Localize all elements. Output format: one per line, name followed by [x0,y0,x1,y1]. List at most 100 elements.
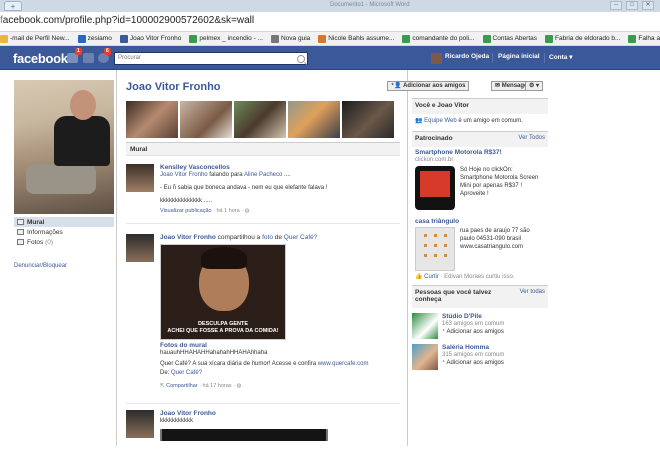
person-name[interactable]: Stúdio D'Pile [442,313,504,320]
post-text: - Eu ñ sabia que boneca andava - nem eu … [160,185,328,191]
post-author-avatar[interactable] [126,164,154,192]
address-bar[interactable]: facebook.com/profile.php?id=100002900572… [0,12,660,32]
share-link[interactable]: Compartilhar [166,383,197,389]
bookmark-favicon-icon [119,34,128,43]
post-text: kkkkkkkkkkk [160,418,193,424]
search-icon[interactable] [297,55,305,63]
bookmark-label: zesiamo [87,35,112,42]
bookmark-item[interactable]: Fabria de eldorado b... [545,34,620,43]
bookmark-item[interactable]: Contas Abertas [482,34,537,43]
maximize-icon[interactable]: □ [626,1,638,10]
photos-icon [17,239,24,245]
search-input[interactable]: Procurar [114,52,308,65]
bookmark-item[interactable]: comandante do poli... [402,34,475,43]
bookmark-item[interactable]: Nicole Bahls assume... [318,34,394,43]
bookmark-item[interactable]: Falha ao [628,34,660,43]
post-context-text: de [272,234,284,241]
nav-item-mural[interactable]: Mural [14,217,114,227]
home-link[interactable]: Página inicial [498,53,540,60]
post-context-link[interactable]: Joao Vitor Fronho [160,172,208,178]
account-menu[interactable]: Conta ▾ [549,53,573,61]
user-name-link[interactable]: Ricardo Ojeda [445,53,489,60]
bookmark-label: Nova guia [280,35,311,42]
add-friend-button[interactable]: ⁺👤 Adicionar aos amigos [387,81,470,91]
wall-post: Joao Vitor Fronho compartilhou a foto de… [126,234,400,404]
add-friend-link[interactable]: ⁺ Adicionar aos amigos [442,359,504,367]
strip-photo[interactable] [342,101,394,138]
like-link[interactable]: Curtir [424,274,439,280]
post-meta: ⇱ Compartilhar · há 17 horas · ◍ [160,383,400,389]
facebook-top-bar: facebook 1 6 Procurar Ricardo Ojeda Pági… [0,46,660,70]
post-author[interactable]: Joao Vitor Fronho [160,410,400,417]
strip-photo[interactable] [234,101,286,138]
post-context-link[interactable]: Aline Pacheco [244,172,282,178]
bookmark-item[interactable]: -mail de Perfil New... [0,34,70,43]
bookmark-item[interactable]: pelmex _ incendio - ... [189,34,263,43]
nav-item-info[interactable]: Informações [14,227,114,237]
person-avatar[interactable] [412,344,438,370]
notifications-badge: 6 [104,48,111,55]
add-friend-label: Adicionar aos amigos [403,83,466,89]
settings-button[interactable]: ⚙ ▾ [525,81,544,91]
strip-photo[interactable] [126,101,178,138]
nav-label: Mural [27,218,45,226]
see-all-ads-link[interactable]: Ver Todos [518,135,545,141]
post-author-avatar[interactable] [126,234,154,262]
friend-requests-badge: 1 [75,48,82,55]
see-all-people-link[interactable]: Ver todas [520,289,545,295]
close-icon[interactable]: ✕ [642,1,654,10]
bookmarks-bar: -mail de Perfil New... zesiamo Joao Vitor … [0,32,660,46]
post-author[interactable]: Kenslley Vasconcellos [160,164,400,171]
album-link[interactable]: Fotos do mural [160,342,400,349]
ad-item[interactable]: casa triângulo rua paes de araujo 77 são… [412,212,548,285]
nav-divider [544,53,545,63]
ad-image-phone[interactable] [415,166,455,210]
person-avatar[interactable] [412,313,438,339]
suggested-person: Saléria Homma 315 amigos em comum ⁺ Adic… [412,344,548,370]
shared-photo[interactable]: DESCULPA GENTE ACHEI QUE FOSSE A PROVA DA… [160,244,286,340]
bookmark-item[interactable]: zesiamo [77,34,112,43]
facebook-logo[interactable]: facebook [13,51,68,66]
ad-title[interactable]: Smartphone Motorola R$37! [415,149,545,156]
strip-photo[interactable] [288,101,340,138]
shared-video[interactable] [160,429,328,441]
report-block-link[interactable]: Denunciar/Bloquear [14,263,114,269]
post-author-avatar[interactable] [126,410,154,438]
url-text[interactable]: facebook.com/profile.php?id=100002900572… [0,15,254,26]
ad-title[interactable]: casa triângulo [415,218,545,225]
minimize-icon[interactable]: – [610,1,622,10]
bookmark-label: comandante do poli... [412,35,475,42]
new-tab-button[interactable]: + [4,1,22,11]
nav-divider [492,53,493,63]
pymk-label: Pessoas que você talvez conheça [415,289,492,303]
post-author-link[interactable]: Joao Vitor Fronho [160,234,216,241]
add-friend-link[interactable]: ⁺ Adicionar aos amigos [442,328,504,336]
bookmark-favicon-icon [545,34,553,43]
source-page-link[interactable]: Quer Café? [171,370,202,376]
bookmark-favicon-icon [402,34,411,43]
view-post-link[interactable]: Visualizar publicação [160,208,212,214]
caption-line: DESCULPA GENTE [197,321,249,327]
photo-link[interactable]: foto [262,234,273,241]
nav-item-photos[interactable]: Fotos (0) [14,237,114,247]
profile-picture[interactable] [14,80,114,214]
wall-header: Mural [126,142,400,156]
messages-icon[interactable] [83,53,94,63]
strip-photo[interactable] [180,101,232,138]
profile-nav: Mural Informações Fotos (0) [14,217,114,247]
friends-icon: 👥 [415,118,423,124]
people-you-may-know-box: Pessoas que você talvez conheça Ver todas… [412,285,548,370]
bookmark-label: pelmex _ incendio - ... [199,35,263,42]
ad-domain: clickon.com.br [415,157,454,163]
external-link[interactable]: www.quercafe.com [318,361,369,367]
bookmark-label: Falha ao [638,35,660,42]
ad-image-building[interactable] [415,227,455,271]
post-context-text: falando para [207,172,244,178]
bookmark-item[interactable]: Nova guia [270,34,311,43]
bookmark-item[interactable]: Joao Vitor Fronho [119,34,181,43]
user-avatar[interactable] [431,53,442,64]
page-link[interactable]: Quer Café? [284,234,318,241]
mutual-friend-link[interactable]: Equipe Web [424,118,457,124]
ad-item[interactable]: Smartphone Motorola R$37! clickon.com.br… [412,147,548,212]
person-name[interactable]: Saléria Homma [442,344,504,351]
